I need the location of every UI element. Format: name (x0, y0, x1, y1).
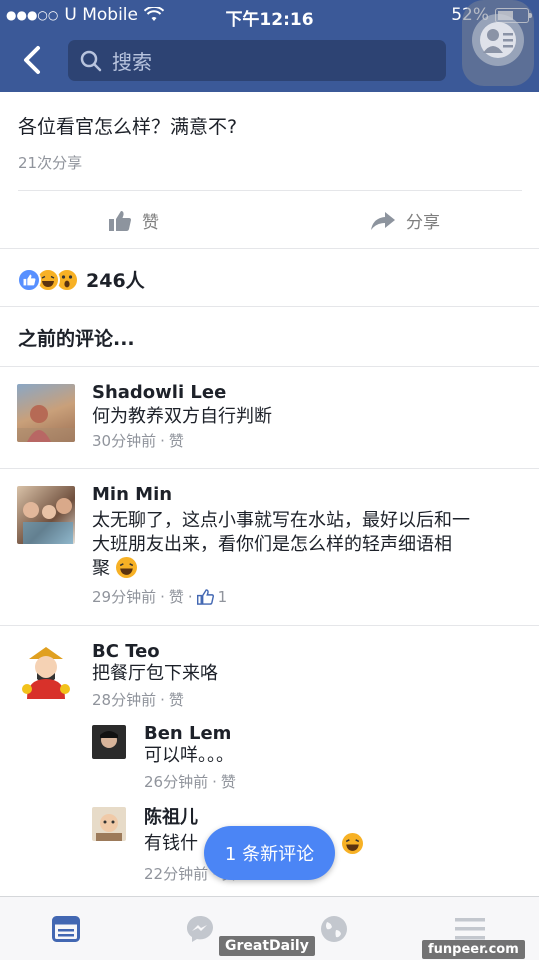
divider (0, 625, 539, 626)
globe-icon (321, 916, 347, 942)
previous-comments-link[interactable]: 之前的评论... (18, 324, 135, 351)
avatar[interactable] (92, 807, 126, 841)
avatar[interactable] (17, 486, 75, 544)
comment-like-link[interactable]: 赞 (169, 430, 184, 451)
back-button[interactable] (14, 42, 50, 78)
watermark-right: funpeer.com (422, 940, 525, 959)
thumbs-up-icon (196, 588, 214, 605)
laugh-emoji-icon (342, 833, 363, 854)
messenger-icon (187, 916, 213, 942)
post-text: 各位看官怎么样？满意不? (18, 116, 238, 138)
like-button[interactable]: 赞 (108, 208, 159, 233)
chevron-left-icon (24, 46, 40, 74)
news-feed-icon (52, 916, 80, 942)
comment-text: 把餐厅包下来咯 (92, 663, 218, 684)
comment-author[interactable]: Min Min (92, 484, 172, 505)
tab-messenger[interactable] (180, 911, 220, 947)
new-comments-button[interactable]: 1 条新评论 (204, 826, 335, 880)
tab-news-feed[interactable] (46, 911, 86, 947)
avatar[interactable] (17, 641, 75, 699)
reply-like-link[interactable]: 赞 (221, 771, 236, 792)
menu-icon (455, 918, 485, 940)
comment-time: 29分钟前 (92, 588, 157, 606)
reply-text: 有钱什 (144, 833, 198, 854)
divider (0, 306, 539, 307)
nav-bar: 搜索 (0, 0, 539, 92)
thumbs-up-icon (109, 210, 131, 231)
contacts-icon (483, 29, 513, 53)
share-button[interactable]: 分享 (370, 208, 440, 233)
comment-author[interactable]: BC Teo (92, 641, 160, 662)
assistive-touch-button[interactable] (462, 0, 534, 86)
reaction-summary[interactable]: 246人 (17, 266, 145, 293)
laugh-emoji-icon (115, 557, 137, 578)
reply-text: 可以咩。。。 (144, 745, 234, 766)
search-input[interactable]: 搜索 (68, 40, 446, 81)
reply-time: 22分钟前 (144, 865, 209, 883)
reply-time: 26分钟前 (144, 773, 209, 791)
avatar[interactable] (17, 384, 75, 442)
divider (18, 190, 522, 191)
like-icon (17, 267, 41, 292)
search-icon (80, 50, 102, 71)
divider (0, 366, 539, 367)
avatar[interactable] (92, 725, 126, 759)
share-count[interactable]: 21次分享 (18, 152, 82, 173)
like-label: 赞 (142, 213, 159, 233)
share-label: 分享 (406, 213, 440, 233)
comment-like-link[interactable]: 赞 (169, 689, 184, 710)
comment-text: 何为教养双方自行判断 (92, 406, 272, 427)
comment-text: 聚 (92, 556, 137, 581)
reaction-count: 246人 (86, 270, 145, 292)
share-arrow-icon (371, 211, 395, 230)
watermark-left: GreatDaily (219, 936, 315, 956)
reply-author[interactable]: 陈祖儿 (144, 803, 198, 829)
divider (0, 248, 539, 249)
comment-text: 大班朋友出来，看你们是怎么样的轻声细语相 (92, 534, 452, 555)
search-placeholder: 搜索 (112, 50, 152, 74)
tab-notifications[interactable] (314, 911, 354, 947)
comment-like-count: 1 (217, 587, 228, 606)
comment-time: 28分钟前 (92, 691, 157, 709)
comment-like-link[interactable]: 赞 (169, 586, 184, 607)
comment-text: 太无聊了，这点小事就写在水站，最好以后和一 (92, 510, 470, 531)
divider (0, 468, 539, 469)
comment-time: 30分钟前 (92, 432, 157, 450)
comment-author[interactable]: Shadowli Lee (92, 382, 226, 403)
status-bar: ●●●○○ U Mobile 下午12:16 52% (0, 0, 539, 30)
reply-author[interactable]: Ben Lem (144, 723, 231, 744)
